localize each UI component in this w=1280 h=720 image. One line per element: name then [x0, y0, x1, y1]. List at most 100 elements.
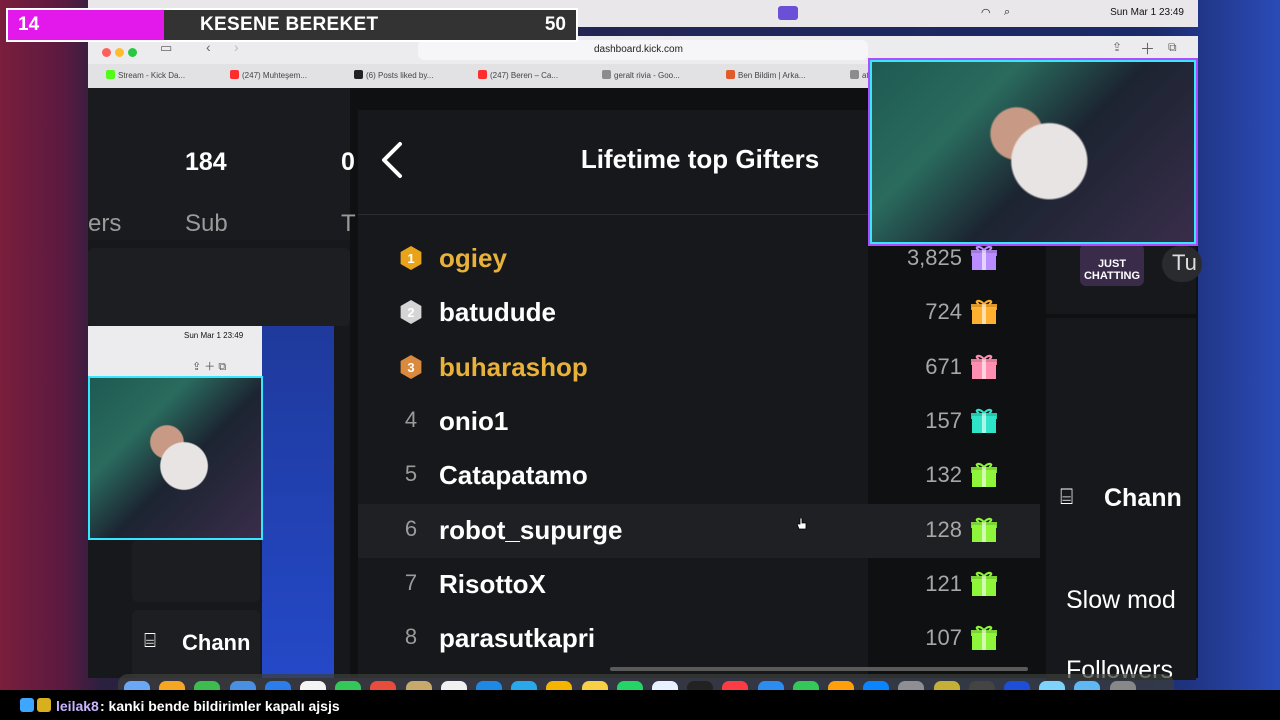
- modal-divider: [358, 214, 868, 215]
- gift-count: 132: [925, 462, 962, 488]
- stat-value-partial: 0: [341, 148, 355, 176]
- tab-favicon-icon: [230, 70, 239, 79]
- left-channel-card: ⌸ Chann: [132, 610, 260, 678]
- webcam-preview: [88, 376, 263, 540]
- chat-username: leilak8: [56, 698, 99, 714]
- goal-current: 14: [18, 14, 40, 35]
- browser-tab[interactable]: (247) Muhteşem...: [230, 70, 340, 84]
- slow-mode-label: Slow mod: [1066, 586, 1176, 614]
- tab-favicon-icon: [354, 70, 363, 79]
- tab-favicon-icon: [478, 70, 487, 79]
- url-text: dashboard.kick.com: [594, 44, 683, 55]
- tab-favicon-icon: [850, 70, 859, 79]
- mini-desktop: [262, 326, 334, 678]
- svg-text:1: 1: [407, 251, 414, 266]
- stats-row: 184 0 ers Sub T: [88, 88, 356, 240]
- browser-tab[interactable]: (6) Posts liked by...: [354, 70, 464, 84]
- gift-count: 671: [925, 353, 962, 379]
- goal-name: KESENE BEREKET: [200, 14, 379, 35]
- screen-record-icon[interactable]: [778, 6, 798, 20]
- address-bar[interactable]: dashboard.kick.com: [418, 40, 868, 60]
- rank-number: 4: [404, 406, 418, 432]
- gifter-row[interactable]: 5 Catapatamo 132: [358, 449, 1040, 503]
- left-panel-box: [88, 248, 350, 326]
- gifter-name[interactable]: Catapatamo: [439, 460, 588, 491]
- rank-silver-badge-icon: 2: [400, 300, 422, 325]
- modal-title: Lifetime top Gifters: [580, 144, 820, 174]
- tab-bar: Stream - Kick Da... (247) Muhteşem... (6) …: [88, 64, 870, 88]
- tab-title: (247) Muhteşem...: [242, 71, 307, 80]
- svg-text:3: 3: [407, 360, 414, 375]
- gift-icon: [971, 463, 997, 488]
- gifter-row[interactable]: 3 buharashop 671: [358, 341, 1040, 395]
- gifter-row[interactable]: 6 robot_supurge 128: [358, 503, 1040, 558]
- mini-clock: Sun Mar 1 23:49: [184, 331, 244, 340]
- channel-icon: ⌸: [144, 630, 156, 652]
- gift-count: 3,825: [906, 245, 962, 270]
- gift-count: 724: [925, 299, 962, 325]
- svg-text:2: 2: [407, 305, 414, 320]
- webcam-overlay: [868, 58, 1198, 246]
- gift-count: 157: [925, 407, 962, 433]
- tab-favicon-icon: [602, 70, 611, 79]
- left-channel-label: Chann: [182, 630, 251, 655]
- gift-icon: [971, 354, 997, 379]
- browser-tab[interactable]: Stream - Kick Da...: [106, 70, 216, 84]
- stat-value: 184: [185, 148, 227, 176]
- rank-bronze-badge-icon: 3: [400, 354, 422, 379]
- rank-number: 5: [404, 461, 418, 487]
- chat-badge-icon: [20, 698, 34, 712]
- tab-title: Ben Bildim | Arka...: [738, 71, 806, 80]
- modal-scrollbar[interactable]: [610, 667, 1028, 671]
- gift-icon: [971, 517, 997, 542]
- right-column: JUST CHATTING Tu ⌸ Chann Slow mod Follow…: [1046, 240, 1202, 684]
- stat-label-partial: ers: [88, 210, 122, 237]
- rank-number: 8: [404, 624, 418, 650]
- gifter-row[interactable]: 7 RisottoX 121: [358, 558, 1040, 612]
- gift-icon: [971, 300, 997, 325]
- stat-label-partial-right: T: [341, 210, 356, 237]
- stat-label: Sub: [185, 210, 228, 237]
- right-divider: [1046, 314, 1196, 318]
- sub-badge-icon: [37, 698, 51, 712]
- gifter-row[interactable]: 4 onio1 157: [358, 395, 1040, 449]
- menubar-clock[interactable]: Sun Mar 1 23:49: [1110, 7, 1184, 18]
- gifter-row[interactable]: 2 batudude 724: [358, 286, 1040, 340]
- gifter-name[interactable]: buharashop: [439, 352, 588, 383]
- gifter-name[interactable]: parasutkapri: [439, 623, 595, 654]
- rank-number: 7: [404, 569, 418, 595]
- browser-tab[interactable]: geralt rivia - Goo...: [602, 70, 712, 84]
- rank-gold-badge-icon: 1: [400, 246, 422, 270]
- share-icon[interactable]: ⇪: [1112, 40, 1122, 54]
- gifter-name[interactable]: RisottoX: [439, 569, 546, 600]
- tab-overview-icon[interactable]: ⧉: [1168, 40, 1177, 55]
- gift-count: 121: [925, 570, 962, 596]
- gift-icon: [971, 408, 997, 433]
- channel-section-title: Chann: [1104, 484, 1182, 512]
- gifter-name[interactable]: onio1: [439, 406, 508, 437]
- category-badge[interactable]: JUST CHATTING: [1080, 244, 1144, 286]
- gifter-name[interactable]: ogiey: [439, 243, 507, 274]
- gifter-name[interactable]: robot_supurge: [439, 515, 622, 546]
- gift-count: 107: [925, 625, 962, 651]
- browser-tab[interactable]: (247) Beren – Ca...: [478, 70, 588, 84]
- category-chip[interactable]: Tu: [1162, 246, 1202, 282]
- gifter-row[interactable]: 8 parasutkapri 107: [358, 612, 1040, 666]
- back-button[interactable]: [378, 140, 408, 180]
- wifi-icon[interactable]: ◠: [981, 6, 991, 19]
- gifter-name[interactable]: batudude: [439, 297, 556, 328]
- traffic-lights[interactable]: [102, 44, 137, 62]
- rank-number: 6: [404, 515, 418, 541]
- gift-count: 128: [925, 516, 962, 542]
- new-tab-icon[interactable]: ＋: [1140, 38, 1155, 59]
- gift-icon: [971, 571, 997, 596]
- chat-ticker: leilak8 : kanki bende bildirimler kapalı…: [0, 690, 1280, 720]
- chevron-left-icon: [382, 142, 402, 178]
- tab-favicon-icon: [106, 70, 115, 79]
- left-card: [132, 540, 260, 602]
- browser-tab[interactable]: Ben Bildim | Arka...: [726, 70, 836, 84]
- sidebar-icon[interactable]: ▭: [160, 40, 172, 56]
- tab-title: (247) Beren – Ca...: [490, 71, 559, 80]
- search-icon[interactable]: ⌕: [1004, 6, 1010, 19]
- chat-message: : kanki bende bildirimler kapalı ajsjs: [100, 698, 340, 714]
